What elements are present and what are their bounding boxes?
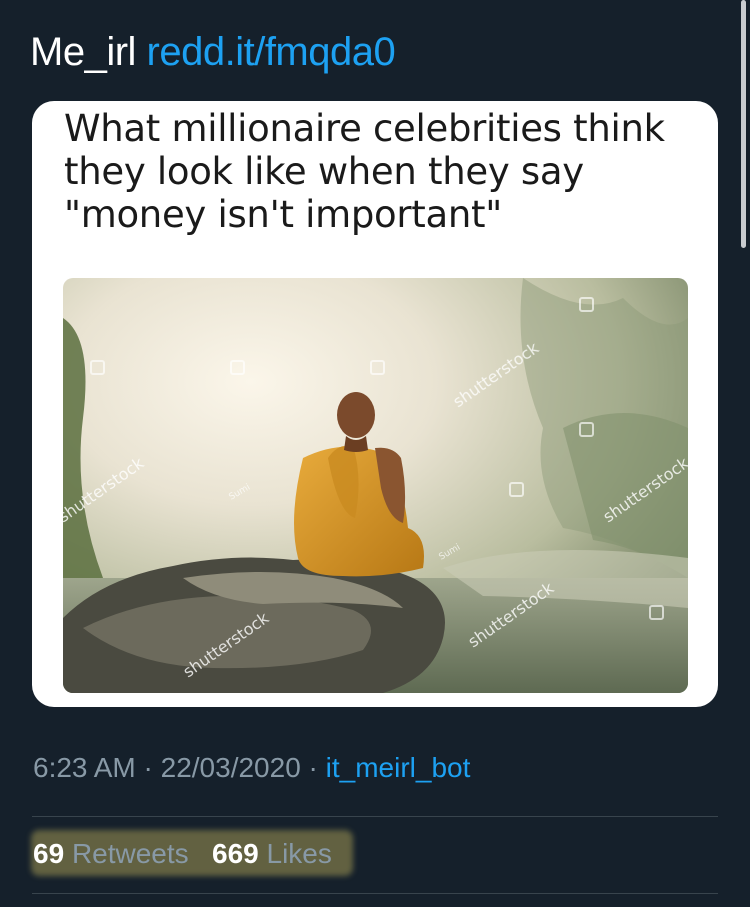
tweet-text-prefix: Me_irl <box>30 30 136 74</box>
likes-count: 669 <box>212 838 259 869</box>
tweet-text: Me_irl redd.it/fmqda0 <box>30 28 396 76</box>
tweet-stats: 69 Retweets 669 Likes <box>33 838 332 870</box>
retweets-stat[interactable]: 69 Retweets <box>33 838 189 869</box>
divider <box>32 816 718 817</box>
tweet-date[interactable]: 22/03/2020 <box>161 752 301 783</box>
likes-label: Likes <box>266 838 332 869</box>
scrollbar[interactable] <box>741 0 746 248</box>
tweet-source-link[interactable]: it_meirl_bot <box>326 752 471 783</box>
tweet-time[interactable]: 6:23 AM <box>33 752 136 783</box>
meme-caption: What millionaire celebrities think they … <box>64 107 665 236</box>
tweet-meta: 6:23 AM · 22/03/2020 · it_meirl_bot <box>33 752 470 784</box>
tweet-link[interactable]: redd.it/fmqda0 <box>147 30 396 74</box>
retweets-count: 69 <box>33 838 65 869</box>
retweets-label: Retweets <box>71 838 189 869</box>
monk-meditating-image: shutterstock shutterstock shutterstock s… <box>63 278 688 693</box>
meme-photo: shutterstock shutterstock shutterstock s… <box>63 278 688 693</box>
meta-separator: · <box>308 752 318 783</box>
divider <box>32 893 718 894</box>
meta-separator: · <box>143 752 153 783</box>
tweet-media-card[interactable]: What millionaire celebrities think they … <box>32 101 718 707</box>
likes-stat[interactable]: 669 Likes <box>212 838 332 869</box>
